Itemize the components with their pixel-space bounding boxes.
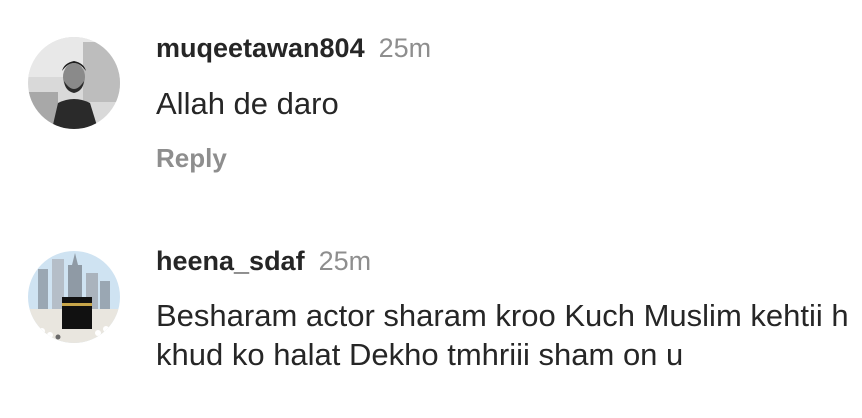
comment-item: heena_sdaf 25m Besharam actor sharam kroo… xyxy=(0,200,862,418)
comment-header: heena_sdaf 25m xyxy=(156,245,371,277)
avatar[interactable] xyxy=(28,37,120,129)
comment-header: muqeetawan804 25m xyxy=(156,32,431,64)
username[interactable]: muqeetawan804 xyxy=(156,33,365,63)
avatar[interactable] xyxy=(28,251,120,343)
reply-button[interactable]: Reply xyxy=(156,143,227,173)
comment-item: muqeetawan804 25m Allah de daro Reply xyxy=(0,0,862,200)
comment-text: Besharam actor sharam kroo Kuch Muslim k… xyxy=(156,298,849,372)
person-profile-photo-icon xyxy=(28,37,120,129)
kaaba-mecca-photo-icon xyxy=(28,251,120,343)
timestamp: 25m xyxy=(318,246,372,276)
timestamp: 25m xyxy=(378,33,432,63)
comment-text: Allah de daro xyxy=(156,86,339,121)
username[interactable]: heena_sdaf xyxy=(156,246,305,276)
